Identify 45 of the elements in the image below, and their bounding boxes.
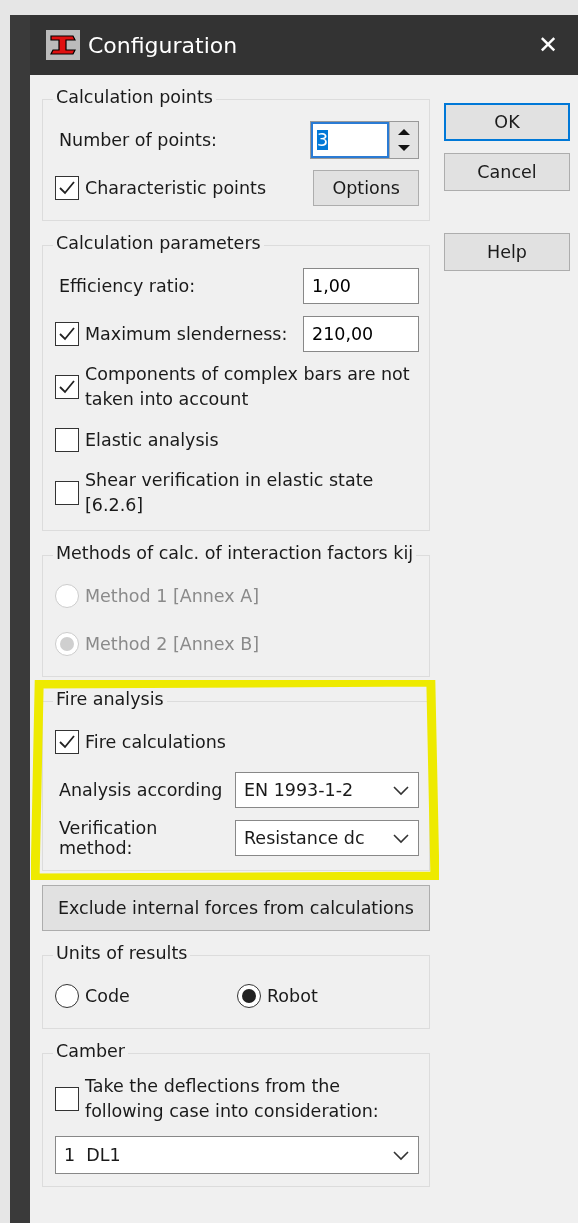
field-label: Verification method: xyxy=(58,818,159,858)
radio-label: Method 2 [Annex B] xyxy=(85,634,260,654)
radio-label: Method 1 [Annex A] xyxy=(85,586,260,606)
steel-beam-icon xyxy=(46,30,80,60)
checkbox[interactable] xyxy=(55,375,79,399)
dialog-button[interactable]: OK xyxy=(444,103,570,141)
checkbox[interactable] xyxy=(55,730,79,754)
radio-label: Code xyxy=(85,986,130,1006)
number-field[interactable]: 210,00 xyxy=(303,316,419,352)
checkbox-label: Maximum slenderness: xyxy=(85,322,289,346)
group-title: Methods of calc. of interaction factors kij xyxy=(53,543,417,563)
checkbox[interactable] xyxy=(55,428,79,452)
radio-label: Robot xyxy=(267,986,318,1006)
dropdown[interactable]: 1 DL1 xyxy=(55,1136,419,1174)
checkbox-label: Take the deflections from the following case into consideration: xyxy=(85,1075,380,1123)
checkbox-label: Characteristic points xyxy=(85,176,268,200)
dropdown[interactable]: EN 1993-1-2 xyxy=(235,772,419,808)
group-title: Fire analysis xyxy=(53,689,167,709)
options-button[interactable]: Options xyxy=(313,170,419,206)
close-button[interactable]: ✕ xyxy=(531,27,564,63)
dropdown[interactable]: Resistance dc xyxy=(235,820,419,856)
checkbox[interactable] xyxy=(55,1087,79,1111)
chevron-down-icon xyxy=(390,831,412,845)
exclude-forces-button[interactable]: Exclude internal forces from calculations xyxy=(42,885,430,931)
checkbox-label: Fire calculations xyxy=(85,730,227,754)
checkbox-label: Shear verification in elastic state [6.2.6] xyxy=(85,469,375,517)
dialog-button[interactable]: Cancel xyxy=(444,153,570,191)
radio-button[interactable] xyxy=(237,984,261,1008)
chevron-down-icon xyxy=(390,1148,412,1162)
window-title: Configuration xyxy=(88,32,239,58)
group-title: Calculation points xyxy=(53,87,216,107)
number-field[interactable]: 1,00 xyxy=(303,268,419,304)
chevron-down-icon xyxy=(390,783,412,797)
checkbox[interactable] xyxy=(55,481,79,505)
radio-button[interactable] xyxy=(55,984,79,1008)
field-label: Efficiency ratio: xyxy=(58,276,197,296)
checkbox[interactable] xyxy=(55,322,79,346)
checkbox[interactable] xyxy=(55,176,79,200)
group-title: Calculation parameters xyxy=(53,233,264,253)
field-label: Number of points: xyxy=(58,130,218,150)
dialog-button[interactable]: Help xyxy=(444,233,570,271)
checkbox-label: Components of complex bars are not taken into account xyxy=(85,363,411,411)
field-label: Analysis according xyxy=(58,780,224,800)
number-spinner[interactable]: 3 xyxy=(310,121,419,159)
checkbox-label: Elastic analysis xyxy=(85,428,220,452)
